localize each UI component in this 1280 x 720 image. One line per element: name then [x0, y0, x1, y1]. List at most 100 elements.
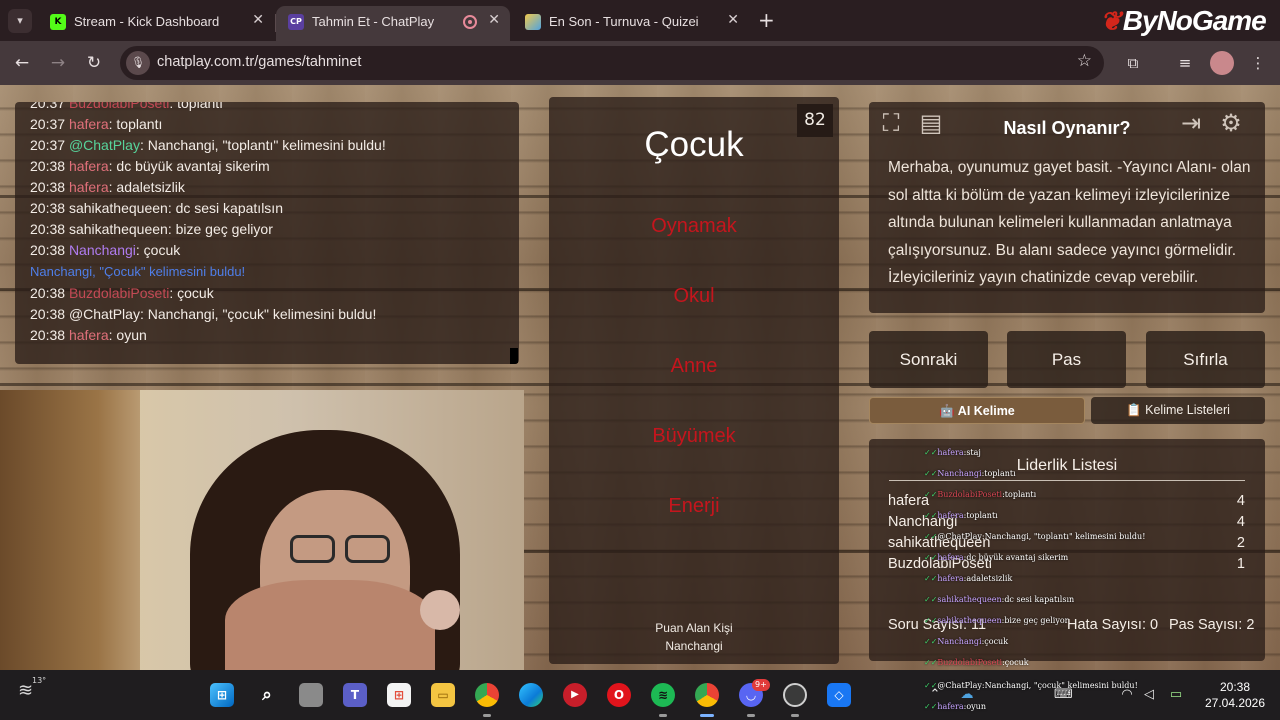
- overlay-message: ✓✓@ChatPlay:Nanchangi, "toplantı" kelime…: [924, 532, 1146, 541]
- active-indicator: [700, 714, 714, 717]
- close-icon[interactable]: ✕: [727, 12, 739, 28]
- back-button[interactable]: ←: [10, 51, 34, 75]
- chrome-icon[interactable]: [475, 683, 499, 707]
- main-word: Çocuk: [644, 125, 744, 164]
- chat-message: 20:38 hafera: dc büyük avantaj sikerim: [30, 158, 270, 174]
- browser-toolbar: ← → ↻ 🎙 chatplay.com.tr/games/tahminet ☆…: [0, 41, 1280, 85]
- tab-chatplay[interactable]: CP Tahmin Et - ChatPlay ✕: [276, 6, 510, 41]
- overlay-message: ✓✓@ChatPlay:Nanchangi, "çocuk" kelimesin…: [924, 681, 1138, 690]
- opera-icon[interactable]: O: [607, 683, 631, 707]
- close-icon[interactable]: ✕: [488, 12, 500, 28]
- address-bar[interactable]: 🎙 chatplay.com.tr/games/tahminet ☆: [120, 46, 1104, 80]
- overlay-message: ✓✓Nanchangi:toplantı: [924, 469, 1016, 478]
- windows-start-icon[interactable]: ⊞: [210, 683, 234, 707]
- overlay-message: ✓✓hafera:toplantı: [924, 511, 998, 520]
- word-card-panel: 82 Çocuk Oynamak Okul Anne Büyümek Enerj…: [549, 97, 839, 664]
- stream-chat-panel: 20:37 BuzdolabiPoseti: toplantı 20:37 ha…: [15, 102, 519, 364]
- microsoft-store-icon[interactable]: ⊞: [387, 683, 411, 707]
- bookmark-star-icon[interactable]: ☆: [1077, 51, 1092, 71]
- scorer-label: Puan Alan Kişi: [655, 621, 733, 635]
- extensions-icon[interactable]: ⧉: [1121, 51, 1145, 75]
- next-button[interactable]: Sonraki: [869, 331, 988, 388]
- how-to-play-panel: ⛶ ▤ Nasıl Oynanır? ⇥ ⚙ Merhaba, oyunumuz…: [869, 102, 1265, 313]
- chat-message: 20:37 hafera: toplantı: [30, 116, 163, 132]
- running-indicator: [747, 714, 755, 717]
- wind-icon: ≋: [18, 680, 34, 701]
- chat-message: 20:38 hafera: oyun: [30, 327, 147, 343]
- chat-message: 20:38 hafera: adaletsizlik: [30, 179, 185, 195]
- chrome-active-icon[interactable]: [695, 683, 719, 707]
- microphone-icon[interactable]: 🎙: [126, 51, 150, 75]
- system-clock[interactable]: 20:38 27.04.2026: [1195, 679, 1275, 711]
- chat-message: 20:38 Nanchangi: çocuk: [30, 242, 181, 258]
- chatplay-favicon-icon: CP: [288, 14, 304, 30]
- chat-message: 20:37 @ChatPlay: Nanchangi, "toplantı" k…: [30, 137, 386, 153]
- tab-title: Stream - Kick Dashboard: [74, 14, 220, 29]
- chat-system-message: Nanchangi, "Çocuk" kelimesini buldu!: [30, 264, 246, 279]
- new-tab-button[interactable]: +: [758, 9, 775, 31]
- clock-date: 27.04.2026: [1204, 696, 1266, 710]
- tab-strip: ▾ K Stream - Kick Dashboard ✕ CP Tahmin …: [0, 0, 1280, 41]
- forward-button[interactable]: →: [46, 51, 70, 75]
- obs-icon[interactable]: [783, 683, 807, 707]
- pass-button[interactable]: Pas: [1007, 331, 1126, 388]
- task-view-icon[interactable]: [299, 683, 323, 707]
- clock-time: 20:38: [1219, 680, 1251, 694]
- media-controls-icon[interactable]: ≡: [1173, 51, 1197, 75]
- media-player-icon[interactable]: ▶: [563, 683, 587, 707]
- running-indicator: [791, 714, 799, 717]
- menu-icon[interactable]: ⋮: [1246, 51, 1270, 75]
- exit-icon[interactable]: ⇥: [1175, 108, 1207, 138]
- reload-button[interactable]: ↻: [82, 51, 106, 75]
- recording-icon: [463, 15, 477, 29]
- taboo-word: Oynamak: [651, 215, 737, 237]
- weather-temperature: 13°: [32, 676, 47, 685]
- reset-button[interactable]: Sıfırla: [1146, 331, 1265, 388]
- chat-message: 20:38 sahikathequeen: bize geç geliyor: [30, 221, 273, 237]
- battery-icon[interactable]: ▭: [1167, 686, 1185, 704]
- tab-title: Tahmin Et - ChatPlay: [312, 14, 435, 29]
- gear-icon[interactable]: ⚙: [1215, 108, 1247, 138]
- kick-favicon-icon: K: [50, 14, 66, 30]
- chat-message: 20:38 BuzdolabiPoseti: çocuk: [30, 285, 214, 301]
- chat-message: 20:38 sahikathequeen: dc sesi kapatılsın: [30, 200, 283, 216]
- edge-icon[interactable]: [519, 683, 543, 707]
- overlay-message: ✓✓hafera:oyun: [924, 702, 986, 711]
- how-to-play-text: Merhaba, oyunumuz gayet basit. -Yayıncı …: [888, 159, 1251, 286]
- taboo-word: Anne: [670, 355, 718, 377]
- search-icon[interactable]: ⌕: [255, 683, 279, 707]
- volume-icon[interactable]: ◁: [1140, 686, 1158, 704]
- error-count: Hata Sayısı: 0: [1067, 617, 1159, 633]
- overlay-message: ✓✓hafera:adaletsizlik: [924, 574, 1013, 583]
- overlay-message: ✓✓Nanchangi:çocuk: [924, 637, 1009, 646]
- notification-badge: 9+: [752, 679, 770, 691]
- chat-message: 20:38 @ChatPlay: Nanchangi, "çocuk" keli…: [30, 306, 377, 322]
- overlay-message: ✓✓BuzdolabiPoseti:toplantı: [924, 490, 1037, 499]
- chat-scrollbar[interactable]: [510, 348, 518, 364]
- overlay-message: ✓✓sahikathequeen:bize geç geliyor: [924, 616, 1069, 625]
- overlay-message: ✓✓sahikathequeen:dc sesi kapatılsın: [924, 595, 1075, 604]
- bynogame-logo: ❦ByNoGame: [1100, 5, 1267, 36]
- ai-word-tab[interactable]: 🤖 AI Kelime: [869, 397, 1085, 424]
- overlay-message: ✓✓BuzdolabiPoseti:çocuk: [924, 658, 1029, 667]
- chat-message: 20:37 BuzdolabiPoseti: toplantı: [30, 102, 224, 111]
- quizei-favicon-icon: [525, 14, 541, 30]
- overlay-message: ✓✓hafera:staj: [924, 448, 981, 457]
- url-text[interactable]: chatplay.com.tr/games/tahminet: [157, 54, 361, 70]
- tab-search-button[interactable]: ▾: [8, 9, 32, 33]
- tab-kick-dashboard[interactable]: K Stream - Kick Dashboard ✕: [38, 6, 274, 41]
- tab-title: En Son - Turnuva - Quizei: [549, 14, 699, 29]
- profile-avatar[interactable]: [1210, 51, 1234, 75]
- taboo-word: Enerji: [668, 495, 720, 517]
- tab-quizei[interactable]: En Son - Turnuva - Quizei ✕: [513, 6, 749, 41]
- app-icon[interactable]: ◇: [827, 683, 851, 707]
- spotify-icon[interactable]: ≋: [651, 683, 675, 707]
- close-icon[interactable]: ✕: [252, 12, 264, 28]
- weather-widget[interactable]: ≋ 13°: [18, 676, 48, 710]
- word-lists-tab[interactable]: 📋 Kelime Listeleri: [1091, 397, 1265, 424]
- scorer-name: Nanchangi: [665, 639, 723, 653]
- file-explorer-icon[interactable]: ▭: [431, 683, 455, 707]
- teams-icon[interactable]: T: [343, 683, 367, 707]
- taboo-word: Büyümek: [652, 425, 736, 447]
- taboo-word: Okul: [673, 285, 715, 307]
